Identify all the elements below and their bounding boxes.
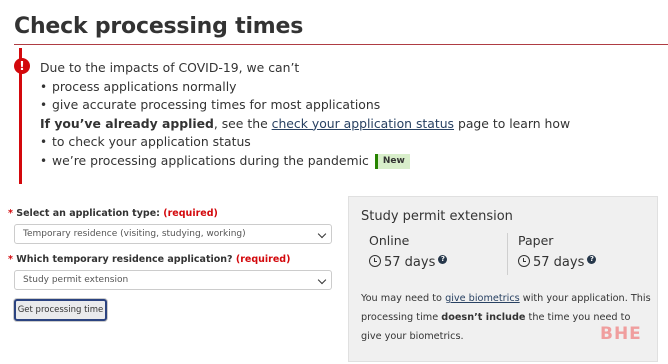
application-type-label: * Select an application type: (required)	[8, 208, 218, 219]
panel-heading: Study permit extension	[361, 209, 513, 224]
select-value: Temporary residence (visiting, studying,…	[23, 229, 246, 239]
temporary-residence-select[interactable]: Study permit extension	[14, 270, 332, 290]
covid-alert: ! Due to the impacts of COVID-19, we can…	[14, 48, 654, 184]
applied-end-text: page to learn how	[454, 115, 571, 131]
alert-intro: Due to the impacts of COVID-19, we can’t	[40, 60, 300, 75]
title-divider	[14, 44, 668, 45]
give-biometrics-link[interactable]: give biometrics	[445, 293, 520, 304]
online-value: 57 days	[384, 255, 436, 270]
clock-icon	[369, 255, 381, 267]
temporary-residence-label: * Which temporary residence application?…	[8, 254, 290, 265]
chevron-down-icon	[317, 275, 327, 285]
check-status-link[interactable]: check your application status	[272, 116, 454, 131]
alert-body: Due to the impacts of COVID-19, we can’t…	[40, 59, 570, 170]
get-processing-time-button[interactable]: Get processing time	[14, 299, 107, 321]
info-icon[interactable]: ?	[587, 255, 597, 264]
label-text: Which temporary residence application?	[12, 254, 236, 265]
online-time: 57 days?	[369, 255, 509, 270]
new-badge: New	[374, 153, 410, 169]
required-marker: (required)	[163, 208, 218, 219]
pandemic-text: we’re processing applications during the…	[52, 152, 369, 168]
note-bold: doesn’t include	[441, 312, 526, 323]
clock-icon	[518, 255, 530, 267]
online-label: Online	[369, 233, 410, 248]
chevron-down-icon	[317, 229, 327, 239]
label-text: Select an application type:	[12, 208, 164, 219]
note-start: You may need to	[361, 293, 446, 304]
select-value: Study permit extension	[23, 275, 129, 285]
applied-mid-text: , see the	[213, 115, 272, 131]
watermark-logo: BHE	[600, 324, 642, 344]
alert-bullet: give accurate processing times for most …	[40, 96, 570, 115]
alert-bullet: process applications normally	[40, 78, 570, 97]
required-marker: (required)	[235, 254, 291, 265]
info-icon[interactable]: ?	[438, 255, 448, 264]
page-title: Check processing times	[14, 14, 304, 39]
alert-bullet: to check your application status	[40, 133, 570, 152]
online-column: Online 57 days?	[369, 233, 509, 275]
alert-applied-line: If you’ve already applied, see the check…	[40, 115, 570, 134]
application-type-select[interactable]: Temporary residence (visiting, studying,…	[14, 224, 332, 244]
paper-column: Paper 57 days?	[507, 233, 647, 275]
alert-bullet-pandemic: we’re processing applications during the…	[40, 152, 570, 171]
applied-bold-text: If you’ve already applied	[40, 115, 214, 131]
paper-label: Paper	[518, 233, 554, 248]
paper-value: 57 days	[533, 255, 585, 270]
paper-time: 57 days?	[518, 255, 647, 270]
exclamation-icon: !	[14, 58, 30, 74]
